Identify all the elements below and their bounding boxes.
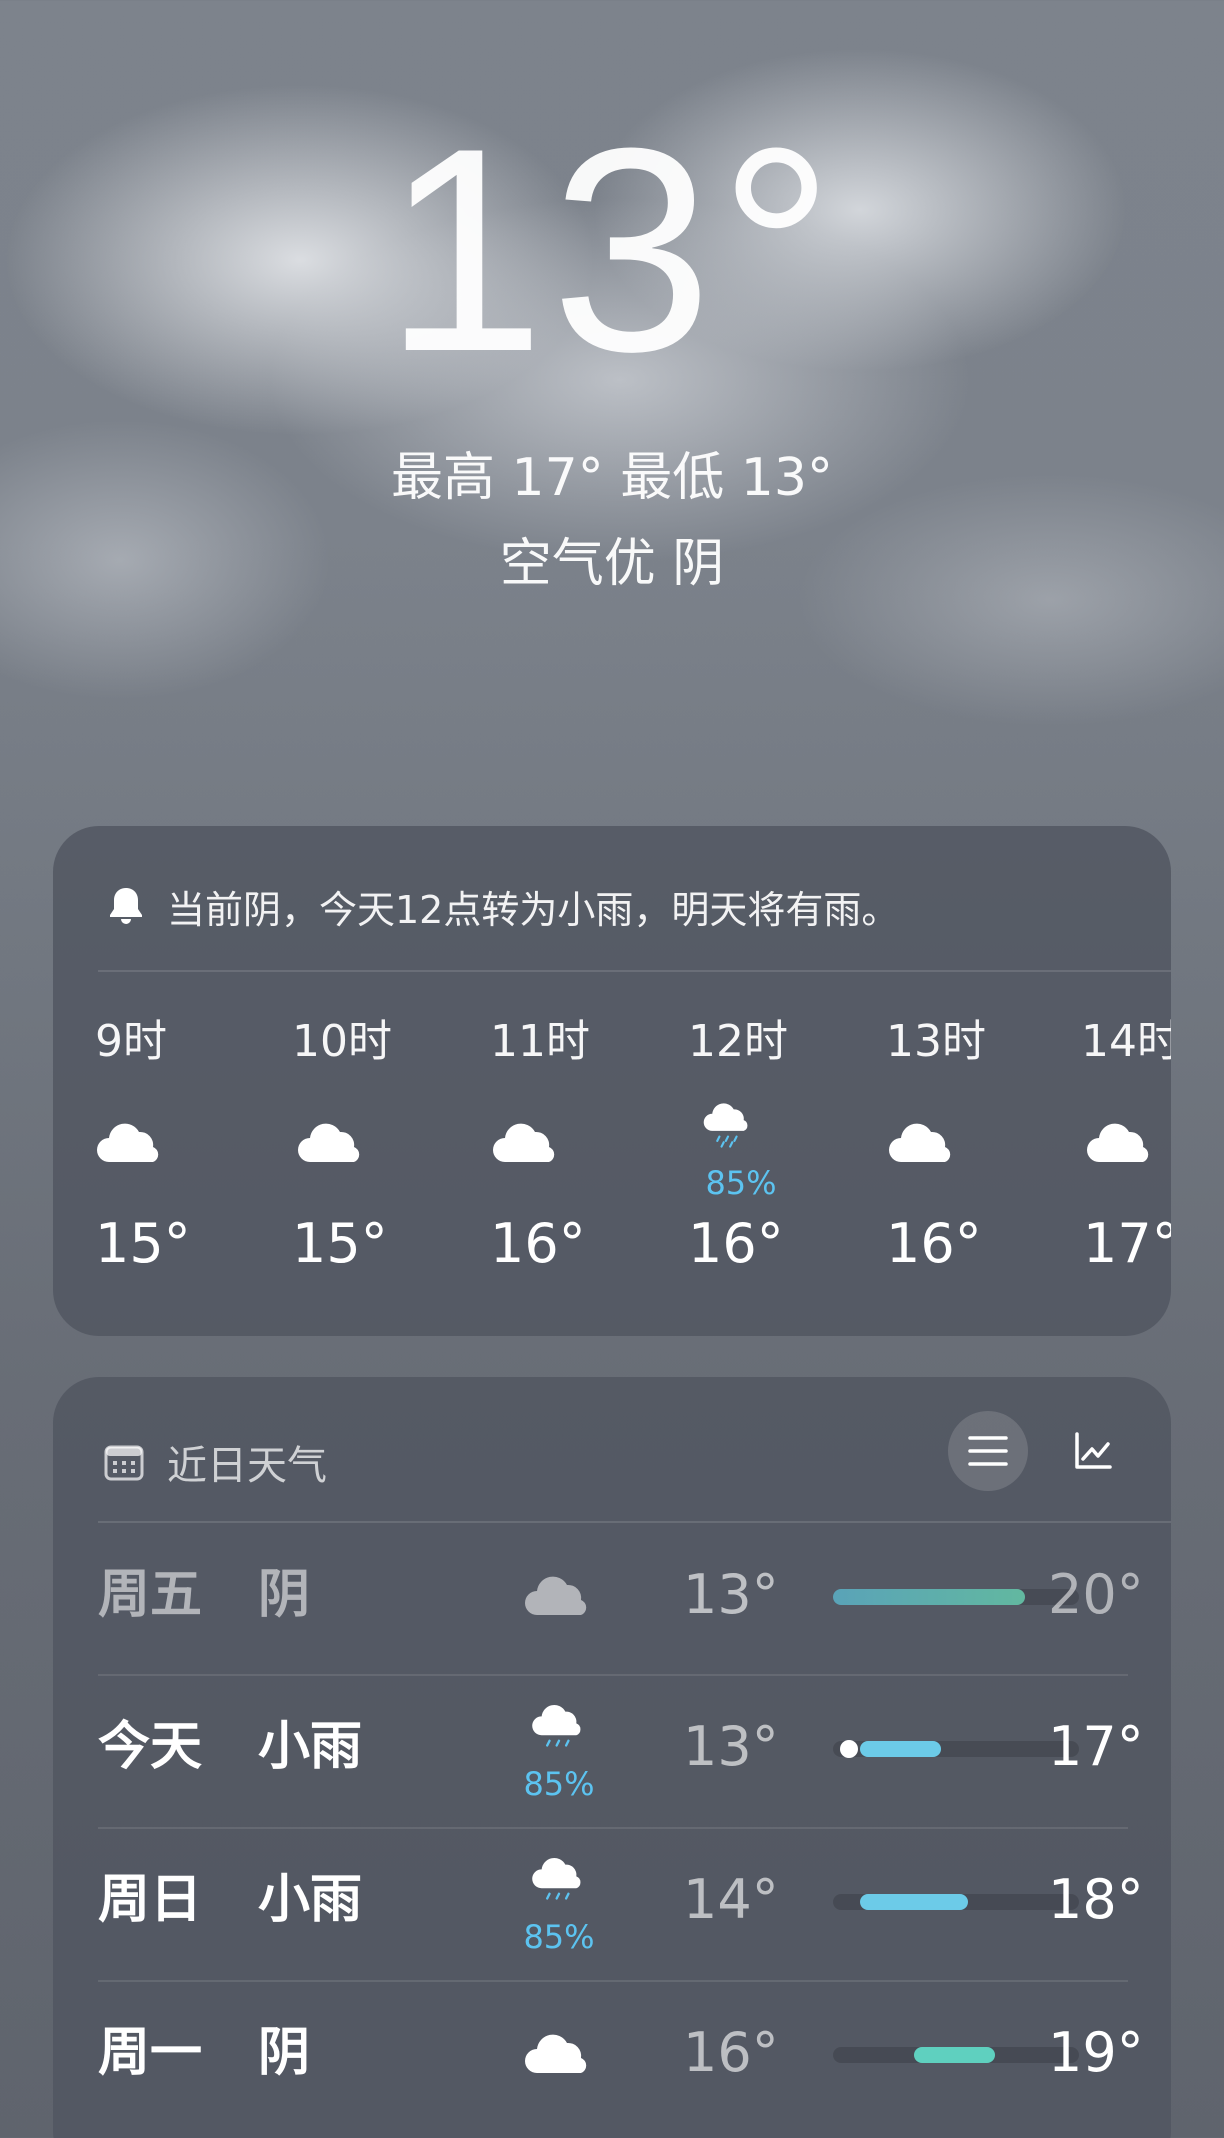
hour-temperature: 15°: [292, 1212, 388, 1275]
hour-item[interactable]: 9时 15°: [93, 1016, 203, 1274]
hour-temperature: 17°: [1083, 1212, 1171, 1275]
hour-item[interactable]: 11时 16°: [488, 1016, 598, 1274]
hourly-list[interactable]: 9时 15° 10时 15° 11时 16° 12时 85% 16° 13时 1: [53, 1016, 1171, 1316]
hour-time: 12时: [688, 1016, 788, 1067]
day-low-temperature: 13°: [683, 1715, 779, 1778]
day-name: 周一: [98, 2023, 203, 2083]
weather-alert[interactable]: 当前阴，今天12点转为小雨，明天将有雨。: [103, 876, 899, 936]
calendar-icon: [104, 1445, 144, 1481]
rain-cloud-icon: [703, 1103, 748, 1148]
temperature-range-fill: [914, 2047, 996, 2063]
hour-temperature: 16°: [886, 1212, 982, 1275]
hour-time: 14时: [1081, 1016, 1171, 1067]
daily-forecast-title: 近日天气: [167, 1443, 327, 1489]
temperature-range-fill: [860, 1741, 942, 1757]
day-condition: 小雨: [258, 1717, 363, 1777]
forecast-day-row[interactable]: 周五 阴 13° 20°: [98, 1525, 1144, 1677]
hourly-forecast-card[interactable]: 当前阴，今天12点转为小雨，明天将有雨。 9时 15° 10时 15° 11时 …: [53, 826, 1171, 1336]
list-view-button[interactable]: [948, 1411, 1028, 1491]
day-name: 今天: [98, 1717, 203, 1777]
daily-forecast-card[interactable]: 近日天气 周五 阴 13° 20° 今天 小雨 85% 13° 17° 周日 小…: [53, 1377, 1171, 2138]
chart-view-button[interactable]: [1053, 1411, 1133, 1491]
day-condition: 阴: [258, 1565, 311, 1625]
air-quality-condition[interactable]: 空气优 阴: [0, 534, 1224, 594]
bell-icon: [110, 888, 142, 924]
temperature-range-bar: [833, 1740, 1079, 1758]
cloud-icon: [97, 1123, 159, 1162]
hour-item[interactable]: 12时 85% 16°: [686, 1016, 796, 1274]
day-name: 周五: [98, 1565, 203, 1625]
hour-temperature: 15°: [95, 1212, 191, 1275]
hour-temperature: 16°: [688, 1212, 784, 1275]
precipitation-probability: 85%: [523, 1765, 595, 1803]
cloud-icon: [525, 1576, 587, 1615]
precipitation-probability: 85%: [523, 1918, 595, 1956]
hour-time: 11时: [490, 1016, 590, 1067]
rain-cloud-icon: [532, 1857, 581, 1900]
temperature-range-bar: [833, 2047, 1079, 2063]
day-low-temperature: 16°: [683, 2021, 779, 2084]
current-temperature-marker: [840, 1740, 859, 1758]
day-condition: 阴: [258, 2023, 311, 2083]
temperature-range-fill: [860, 1894, 969, 1910]
row-divider: [98, 1980, 1128, 1982]
cloud-icon: [493, 1123, 555, 1162]
day-name: 周日: [98, 1870, 203, 1930]
day-high-temperature: 19°: [1048, 2021, 1144, 2084]
cloud-icon: [1087, 1123, 1149, 1162]
cloud-icon: [525, 2034, 587, 2073]
rain-cloud-icon: [532, 1704, 581, 1747]
line-chart-icon: [1075, 1432, 1112, 1469]
daily-forecast-header: 近日天气: [103, 1417, 327, 1507]
hour-item[interactable]: 10时 15°: [290, 1016, 400, 1274]
hour-item[interactable]: 13时 16°: [884, 1016, 994, 1274]
divider: [98, 970, 1171, 972]
day-high-temperature: 18°: [1048, 1868, 1144, 1931]
row-divider: [98, 1674, 1128, 1676]
hour-time: 9时: [95, 1016, 167, 1067]
divider: [98, 1521, 1171, 1523]
forecast-day-row[interactable]: 周一 阴 16° 19°: [98, 1983, 1144, 2135]
day-condition: 小雨: [258, 1870, 363, 1930]
precipitation-probability: 85%: [705, 1164, 777, 1202]
weather-alert-text: 当前阴，今天12点转为小雨，明天将有雨。: [167, 887, 900, 932]
day-high-temperature: 20°: [1048, 1563, 1144, 1626]
day-high-temperature: 17°: [1048, 1715, 1144, 1778]
forecast-day-row[interactable]: 周日 小雨 85% 14° 18°: [98, 1830, 1144, 1982]
hour-temperature: 16°: [490, 1212, 586, 1275]
cloud-icon: [298, 1123, 360, 1162]
hour-time: 13时: [886, 1016, 986, 1067]
temperature-range-fill: [833, 1589, 1025, 1605]
day-low-temperature: 13°: [683, 1563, 779, 1626]
row-divider: [98, 1827, 1128, 1829]
forecast-day-row[interactable]: 今天 小雨 85% 13° 17°: [98, 1677, 1144, 1829]
day-low-temperature: 14°: [683, 1868, 779, 1931]
current-temperature: 13°: [383, 88, 841, 412]
hour-item[interactable]: 14时 17°: [1071, 1016, 1171, 1274]
cloud-icon: [889, 1123, 951, 1162]
temperature-range-bar: [833, 1894, 1079, 1910]
list-icon: [968, 1436, 1008, 1466]
high-low-temperature: 最高 17° 最低 13°: [391, 448, 833, 508]
temperature-range-bar: [833, 1589, 1079, 1605]
hour-time: 10时: [292, 1016, 392, 1067]
